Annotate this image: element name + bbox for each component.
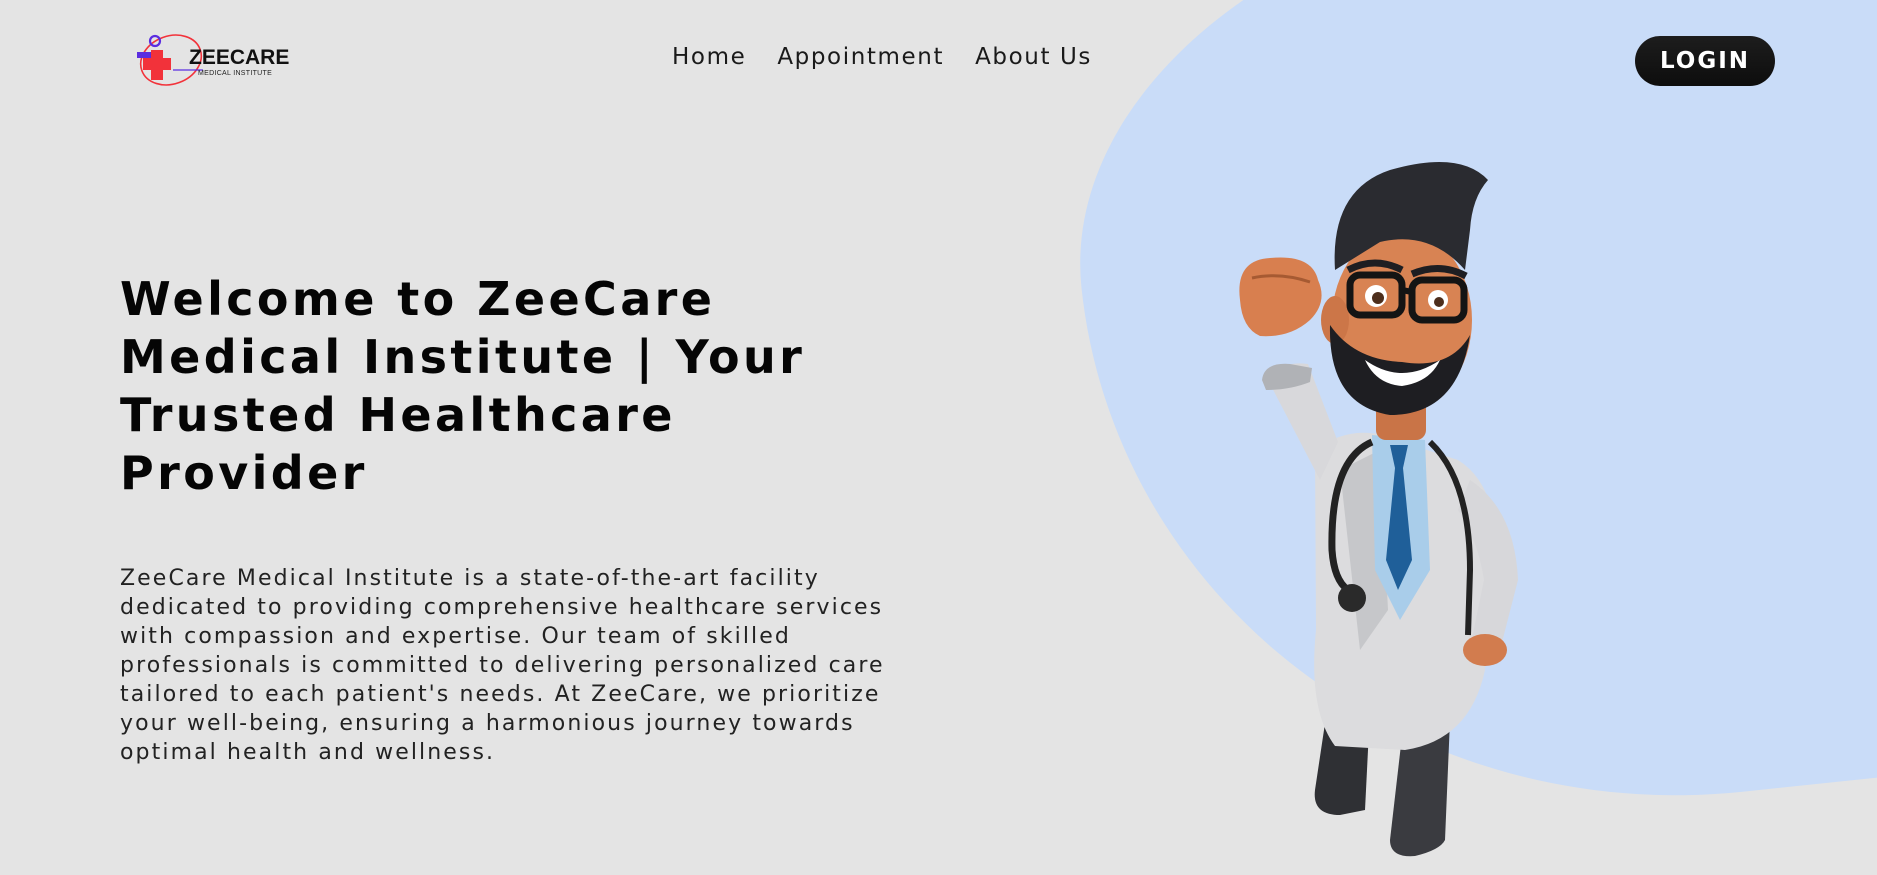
nav-home[interactable]: Home [672, 44, 746, 70]
brand-tagline: MEDICAL INSTITUTE [198, 70, 273, 77]
doctor-illustration [1239, 162, 1518, 857]
login-button[interactable]: LOGIN [1635, 36, 1775, 86]
hero-description: ZeeCare Medical Institute is a state-of-… [120, 566, 885, 765]
nav-about-us[interactable]: About Us [975, 44, 1092, 70]
main-nav: Home Appointment About Us [672, 44, 1092, 70]
hero-title: Welcome to ZeeCare Medical Institute | Y… [120, 272, 806, 500]
brand-name: ZEECARE [189, 46, 290, 69]
nav-appointment[interactable]: Appointment [777, 44, 944, 70]
brand-logo[interactable]: ZEECARE MEDICAL INSTITUTE [133, 28, 293, 94]
